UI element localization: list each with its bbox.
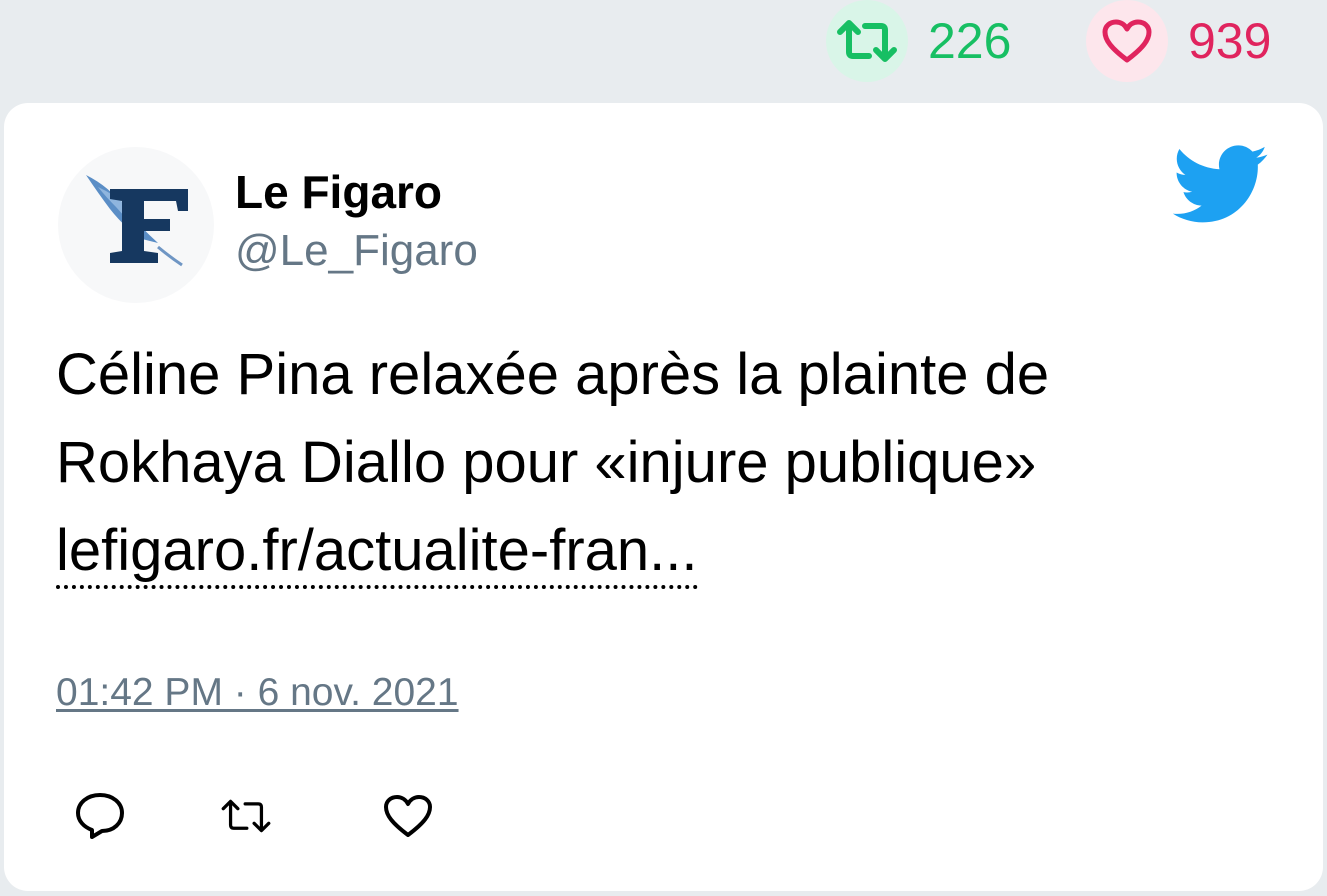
- tweet-text: Céline Pina relaxée après la plainte de …: [56, 331, 1276, 595]
- retweet-icon: [221, 799, 271, 833]
- heart-icon: [1102, 19, 1152, 63]
- top-stats-bar: 226 939: [0, 0, 1327, 100]
- retweet-icon: [837, 20, 897, 62]
- retweet-stat-icon-circle[interactable]: [826, 0, 908, 82]
- like-count: 939: [1188, 13, 1272, 69]
- retweet-stat[interactable]: 226: [826, 0, 1011, 82]
- author-avatar[interactable]: [58, 147, 214, 303]
- author-handle[interactable]: @Le_Figaro: [235, 226, 478, 275]
- like-stat[interactable]: 939: [1086, 0, 1271, 82]
- article-link[interactable]: lefigaro.fr/actualite-fran...: [56, 517, 698, 589]
- author-name[interactable]: Le Figaro: [235, 167, 442, 218]
- tweet-card: Le Figaro @Le_Figaro Céline Pina relaxée…: [4, 103, 1323, 891]
- like-stat-icon-circle[interactable]: [1086, 0, 1168, 82]
- le-figaro-logo: [86, 175, 188, 267]
- like-button[interactable]: [382, 791, 434, 841]
- reply-icon: [76, 793, 124, 839]
- retweet-button[interactable]: [220, 791, 272, 841]
- tweet-text-line: Rokhaya Diallo pour «injure publique»: [56, 430, 1037, 495]
- heart-icon: [384, 795, 432, 837]
- twitter-bird-icon[interactable]: [1172, 145, 1270, 225]
- reply-button[interactable]: [74, 791, 126, 841]
- retweet-count: 226: [928, 13, 1012, 69]
- tweet-timestamp[interactable]: 01:42 PM · 6 nov. 2021: [56, 671, 459, 715]
- tweet-text-line: Céline Pina relaxée après la plainte de: [56, 342, 1050, 407]
